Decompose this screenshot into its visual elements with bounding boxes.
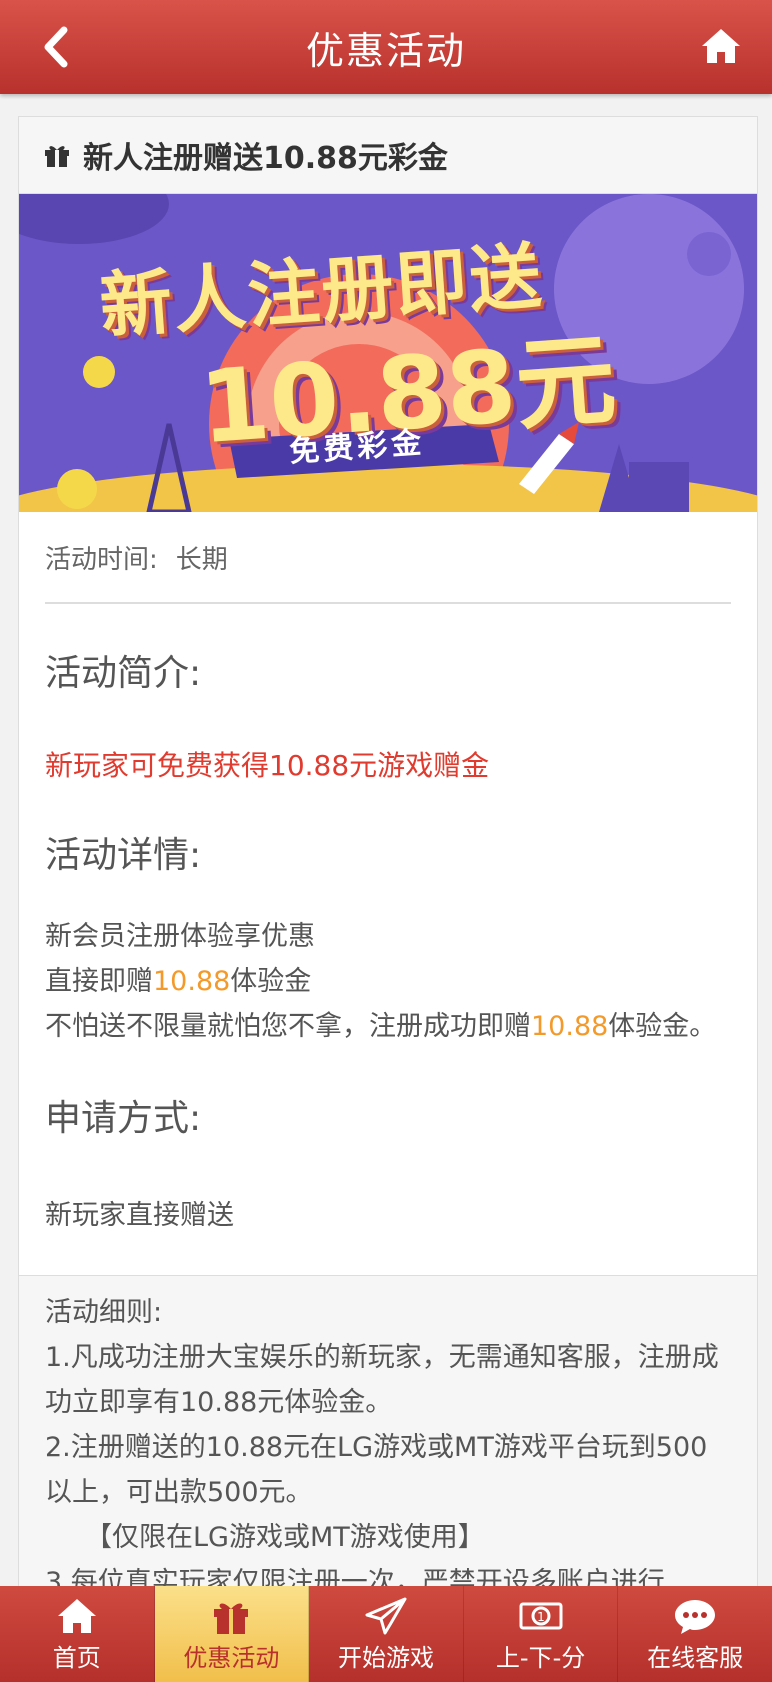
- tab-label: 开始游戏: [337, 1643, 434, 1672]
- intro-text: 新玩家可免费获得10.88元游戏赠金: [45, 749, 490, 782]
- tab-label: 在线客服: [647, 1643, 744, 1672]
- tab-start-game[interactable]: 开始游戏: [309, 1586, 464, 1682]
- activity-time-value: 长期: [175, 544, 228, 575]
- rule-2: 2.注册赠送的10.88元在LG游戏或MT游戏平台玩到500以上，可出款500元…: [45, 1432, 708, 1508]
- rule-2-note: 【仅限在LG游戏或MT游戏使用】: [85, 1522, 485, 1553]
- apply-text: 新玩家直接赠送: [45, 1200, 234, 1231]
- details-line3: 不怕送不限量就怕您不拿，注册成功即赠10.88体验金。: [45, 1011, 717, 1042]
- top-header: 优惠活动: [0, 0, 772, 94]
- svg-text:1: 1: [537, 1610, 545, 1624]
- rules-section: 活动细则: 1.凡成功注册大宝娱乐的新玩家，无需通知客服，注册成功立即享有10.…: [19, 1275, 757, 1597]
- details-line1: 新会员注册体验享优惠: [45, 921, 315, 952]
- rule-1: 1.凡成功注册大宝娱乐的新玩家，无需通知客服，注册成功立即享有10.88元体验金…: [45, 1342, 719, 1418]
- details-heading: 活动详情:: [45, 835, 202, 876]
- promotion-banner[interactable]: 新人注册即送 10.88元 免费彩金: [19, 194, 757, 512]
- tab-label: 优惠活动: [183, 1643, 280, 1672]
- activity-time-row: 活动时间: 长期: [45, 512, 731, 604]
- activity-time-label: 活动时间:: [45, 544, 158, 575]
- card-header: 新人注册赠送10.88元彩金: [19, 117, 757, 194]
- tab-label: 首页: [52, 1643, 101, 1672]
- gift-icon: [45, 146, 69, 167]
- tab-label: 上-下-分: [495, 1643, 586, 1672]
- promotion-title: 新人注册赠送10.88元彩金: [83, 141, 448, 176]
- tab-home[interactable]: 首页: [0, 1586, 155, 1682]
- apply-heading: 申请方式:: [45, 1098, 202, 1139]
- details-line2: 直接即赠10.88体验金: [45, 966, 312, 997]
- tab-deposit-withdraw[interactable]: 1 上-下-分: [464, 1586, 619, 1682]
- chat-icon: [675, 1599, 716, 1634]
- gift-icon: [214, 1603, 249, 1634]
- bottom-tab-bar: 首页 优惠活动 开始游戏 1 上-下-分 在线客服: [0, 1586, 772, 1682]
- money-icon: 1: [519, 1602, 563, 1629]
- back-arrow-icon[interactable]: [36, 22, 76, 72]
- tab-promotions[interactable]: 优惠活动: [154, 1586, 310, 1682]
- promotion-content: 活动时间: 长期 活动简介: 新玩家可免费获得10.88元游戏赠金 活动详情: …: [19, 512, 757, 1232]
- home-icon: [57, 1598, 96, 1633]
- home-icon[interactable]: [700, 26, 742, 66]
- page-title: 优惠活动: [305, 28, 466, 73]
- details-text: 新会员注册体验享优惠 直接即赠10.88体验金 不怕送不限量就怕您不拿，注册成功…: [45, 914, 731, 1049]
- rules-title: 活动细则:: [45, 1297, 163, 1328]
- paper-plane-icon: [365, 1597, 407, 1634]
- intro-heading: 活动简介:: [45, 653, 202, 694]
- promotion-card: 新人注册赠送10.88元彩金 新人注册即送 10.88元 免费彩金 活动时间:: [18, 116, 758, 1598]
- tab-customer-service[interactable]: 在线客服: [618, 1586, 772, 1682]
